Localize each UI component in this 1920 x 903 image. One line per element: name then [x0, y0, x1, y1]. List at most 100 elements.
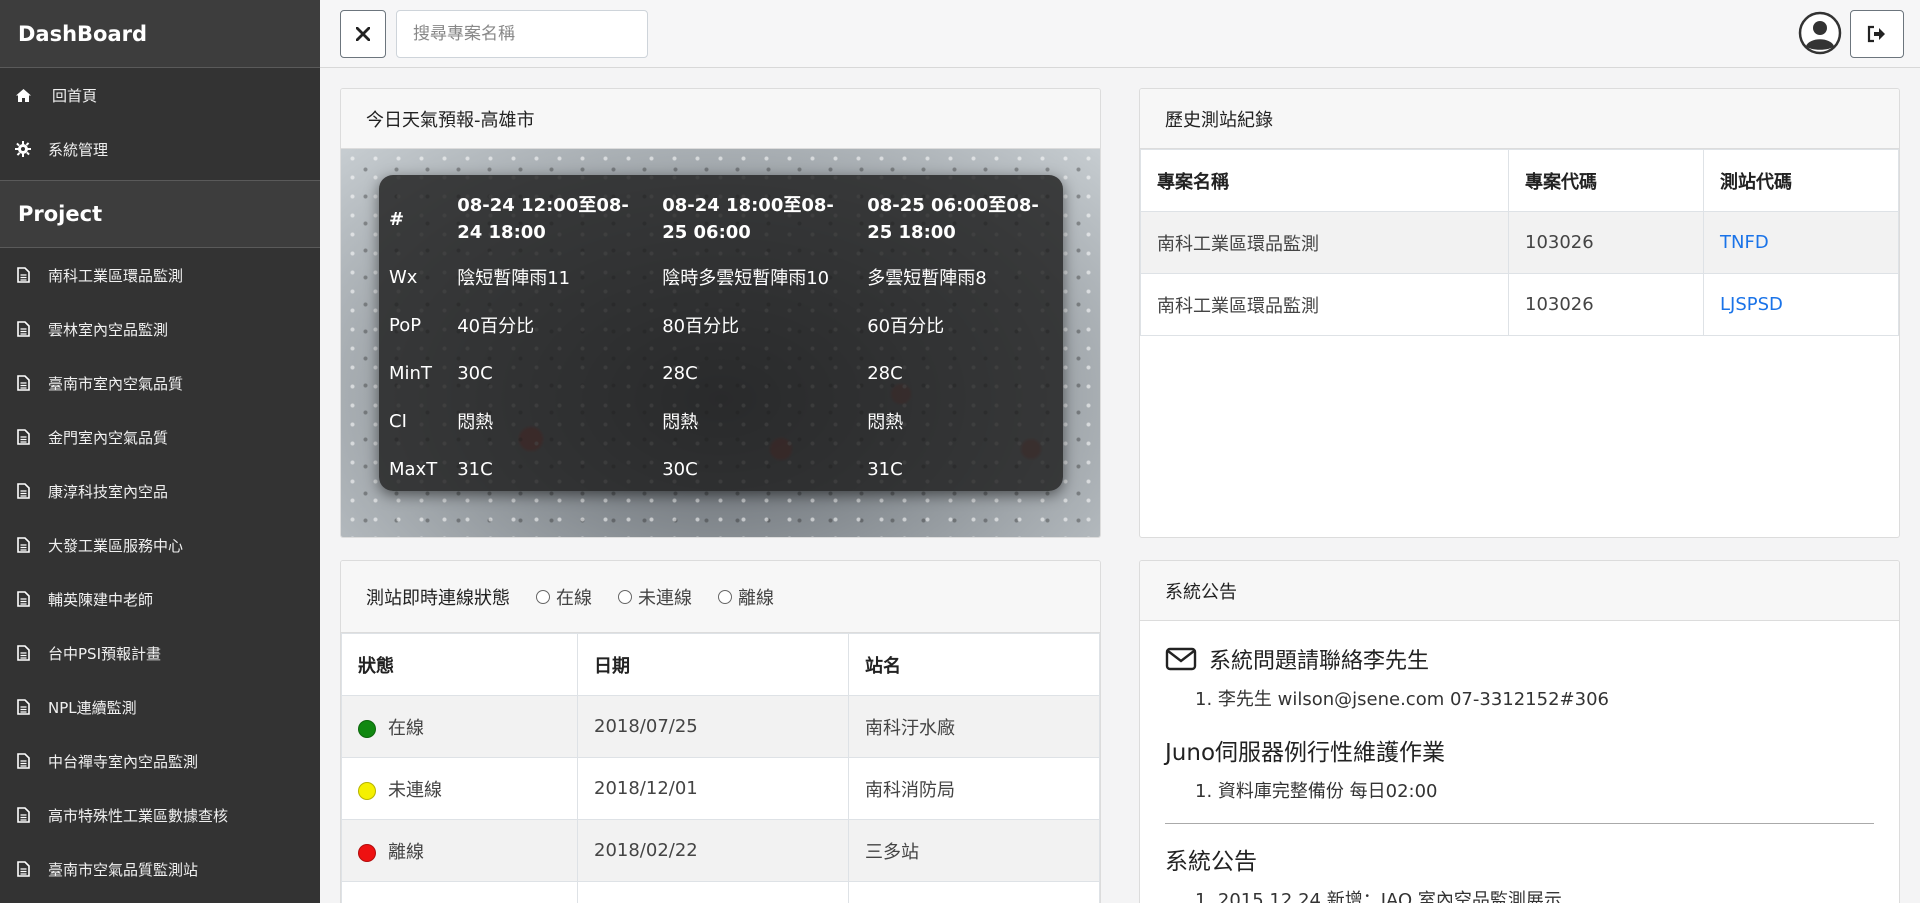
weather-forecast-panel: # 08-24 12:00至08-24 18:00 08-24 18:00至08…: [379, 175, 1063, 491]
sidebar-project-item[interactable]: NPL連續監測: [0, 680, 320, 734]
status-header-row: 狀態 日期 站名: [341, 633, 1100, 696]
file-icon: [14, 698, 32, 716]
file-icon: [14, 266, 32, 284]
weather-cell: MinT: [389, 362, 432, 384]
weather-cell: 悶熱: [662, 412, 699, 433]
table-cell: 三多站: [848, 819, 1100, 882]
maintenance-heading: Juno伺服器例行性維護作業: [1165, 740, 1446, 766]
weather-cell: 30C: [662, 458, 698, 480]
sidebar-brand[interactable]: DashBoard: [0, 0, 320, 68]
table-cell: 南科工業區環品監測: [1140, 273, 1509, 336]
column-header: 站名: [848, 633, 1100, 696]
announcement-body: 系統問題請聯絡李先生 1. 李先生 wilson@jsene.com 07-33…: [1140, 621, 1899, 903]
weather-cell: 陰時多雲短暫陣雨10: [662, 268, 830, 289]
close-button[interactable]: [340, 10, 386, 58]
column-header: 日期: [577, 633, 849, 696]
file-icon: [14, 374, 32, 392]
notice-item-text: 2015.12.24 新增：IAQ 室內空品監測展示: [1217, 890, 1562, 903]
sidebar-project-item[interactable]: 高市特殊性工業區數據查核: [0, 788, 320, 842]
close-icon: [356, 27, 370, 41]
weather-row: MinT 30C 28C 28C: [379, 349, 1063, 397]
sidebar-project-item[interactable]: 康淳科技室內空品: [0, 464, 320, 518]
sidebar-project-label: NPL連續監測: [48, 698, 137, 717]
weather-cell: 31C: [867, 458, 903, 480]
contact-heading-text: 系統問題請聯絡李先生: [1209, 649, 1430, 674]
sidebar-project-item[interactable]: 大發工業區服務中心: [0, 518, 320, 572]
status-dot-red: [358, 843, 376, 862]
sidebar: DashBoard 回首頁 系統管理 Project 南科工業區環品監測 雲林室內…: [0, 0, 320, 903]
table-row: [341, 881, 1100, 903]
file-icon: [14, 806, 32, 824]
weather-cell: 悶熱: [867, 412, 904, 433]
sidebar-item-system[interactable]: 系統管理: [0, 122, 320, 176]
status-dot-yellow: [358, 781, 376, 800]
envelope-icon: [1165, 647, 1197, 671]
weather-cell: 30C: [457, 362, 493, 384]
status-label: 未連線: [388, 779, 442, 801]
announcement-title: 系統公告: [1140, 561, 1899, 621]
sidebar-project-item[interactable]: 台中PSI預報計畫: [0, 626, 320, 680]
home-icon: [14, 86, 32, 104]
contact-heading: 系統問題請聯絡李先生: [1165, 643, 1874, 675]
maintenance-item: 1. 資料庫完整備份 每日02:00: [1195, 781, 1438, 802]
status-label: 離線: [388, 841, 424, 863]
station-code-link[interactable]: LJSPSD: [1720, 294, 1783, 315]
weather-row: MaxT 31C 30C 31C: [379, 445, 1063, 493]
history-card-title: 歷史測站紀錄: [1140, 89, 1899, 149]
filter-unconnected-radio[interactable]: 未連線: [618, 584, 692, 610]
column-header: 專案代碼: [1508, 149, 1704, 212]
column-header: 專案名稱: [1140, 149, 1509, 212]
sidebar-project-item[interactable]: 金門室內空氣品質: [0, 410, 320, 464]
file-icon: [14, 752, 32, 770]
table-cell: 103026: [1508, 211, 1704, 274]
file-icon: [14, 482, 32, 500]
sidebar-project-item[interactable]: 南科工業區環品監測: [0, 248, 320, 302]
sidebar-item-home[interactable]: 回首頁: [0, 68, 320, 122]
contact-item-text: 李先生 wilson@jsene.com 07-3312152#306: [1217, 689, 1609, 710]
weather-header-cell: #: [389, 208, 405, 230]
weather-card: 今日天氣預報-高雄市 # 08-24 12:00至08-24 18:00 08-…: [340, 88, 1101, 538]
contact-item: 1. 李先生 wilson@jsene.com 07-3312152#306: [1195, 689, 1609, 710]
station-code-link[interactable]: TNFD: [1720, 232, 1769, 253]
file-icon: [14, 860, 32, 878]
table-row: 南科工業區環品監測 103026 TNFD: [1140, 211, 1899, 274]
table-row: 在線 2018/07/25 南科汙水廠: [341, 695, 1100, 758]
topbar: [320, 0, 1920, 68]
logout-button[interactable]: [1850, 10, 1904, 58]
status-label: 在線: [388, 717, 424, 739]
maintenance-item-text: 資料庫完整備份 每日02:00: [1217, 781, 1438, 802]
table-cell: 2018/12/01: [577, 757, 849, 820]
table-cell: 南科工業區環品監測: [1140, 211, 1509, 274]
weather-cell: 28C: [867, 362, 903, 384]
divider: [1165, 823, 1874, 824]
filter-online-radio[interactable]: 在線: [536, 584, 592, 610]
sidebar-project-item[interactable]: 雲林室內空品監測: [0, 302, 320, 356]
user-avatar-icon[interactable]: [1798, 11, 1842, 55]
weather-row: PoP 40百分比 80百分比 60百分比: [379, 301, 1063, 349]
sidebar-project-item[interactable]: 輔英陳建中老師: [0, 572, 320, 626]
weather-cell: 悶熱: [457, 412, 494, 433]
sidebar-item-label: 回首頁: [52, 86, 98, 105]
weather-background-image: # 08-24 12:00至08-24 18:00 08-24 18:00至08…: [341, 149, 1100, 537]
table-row: 南科工業區環品監測 103026 LJSPSD: [1140, 273, 1899, 336]
sidebar-project-item[interactable]: 臺南市室內空氣品質: [0, 356, 320, 410]
sidebar-project-item[interactable]: 臺南市空氣品質監測站: [0, 842, 320, 896]
weather-row: Wx 陰短暫陣雨11 陰時多雲短暫陣雨10 多雲短暫陣雨8: [379, 253, 1063, 301]
weather-cell: 40百分比: [457, 316, 535, 337]
table-row: 離線 2018/02/22 三多站: [341, 819, 1100, 882]
sidebar-project-label: 臺南市室內空氣品質: [48, 374, 184, 393]
notice-item: 1. 2015.12.24 新增：IAQ 室內空品監測展示: [1165, 886, 1874, 903]
sidebar-item-label: 系統管理: [48, 140, 109, 159]
weather-cell: 陰短暫陣雨11: [457, 268, 571, 289]
weather-cell: 多雲短暫陣雨8: [867, 268, 987, 289]
file-icon: [14, 644, 32, 662]
sidebar-project-label: 雲林室內空品監測: [48, 320, 169, 339]
filter-offline-radio[interactable]: 離線: [718, 584, 774, 610]
weather-cell: MaxT: [389, 458, 438, 480]
sidebar-project-item[interactable]: 中台禪寺室內空品監測: [0, 734, 320, 788]
table-cell: 103026: [1508, 273, 1704, 336]
sidebar-project-label: 臺南市空氣品質監測站: [48, 860, 199, 879]
search-input[interactable]: [396, 10, 648, 58]
history-card: 歷史測站紀錄 專案名稱 專案代碼 測站代碼 南科工業區環品監測 103026 T…: [1139, 88, 1900, 538]
station-status-header: 測站即時連線狀態 在線 未連線 離線: [341, 561, 1100, 633]
